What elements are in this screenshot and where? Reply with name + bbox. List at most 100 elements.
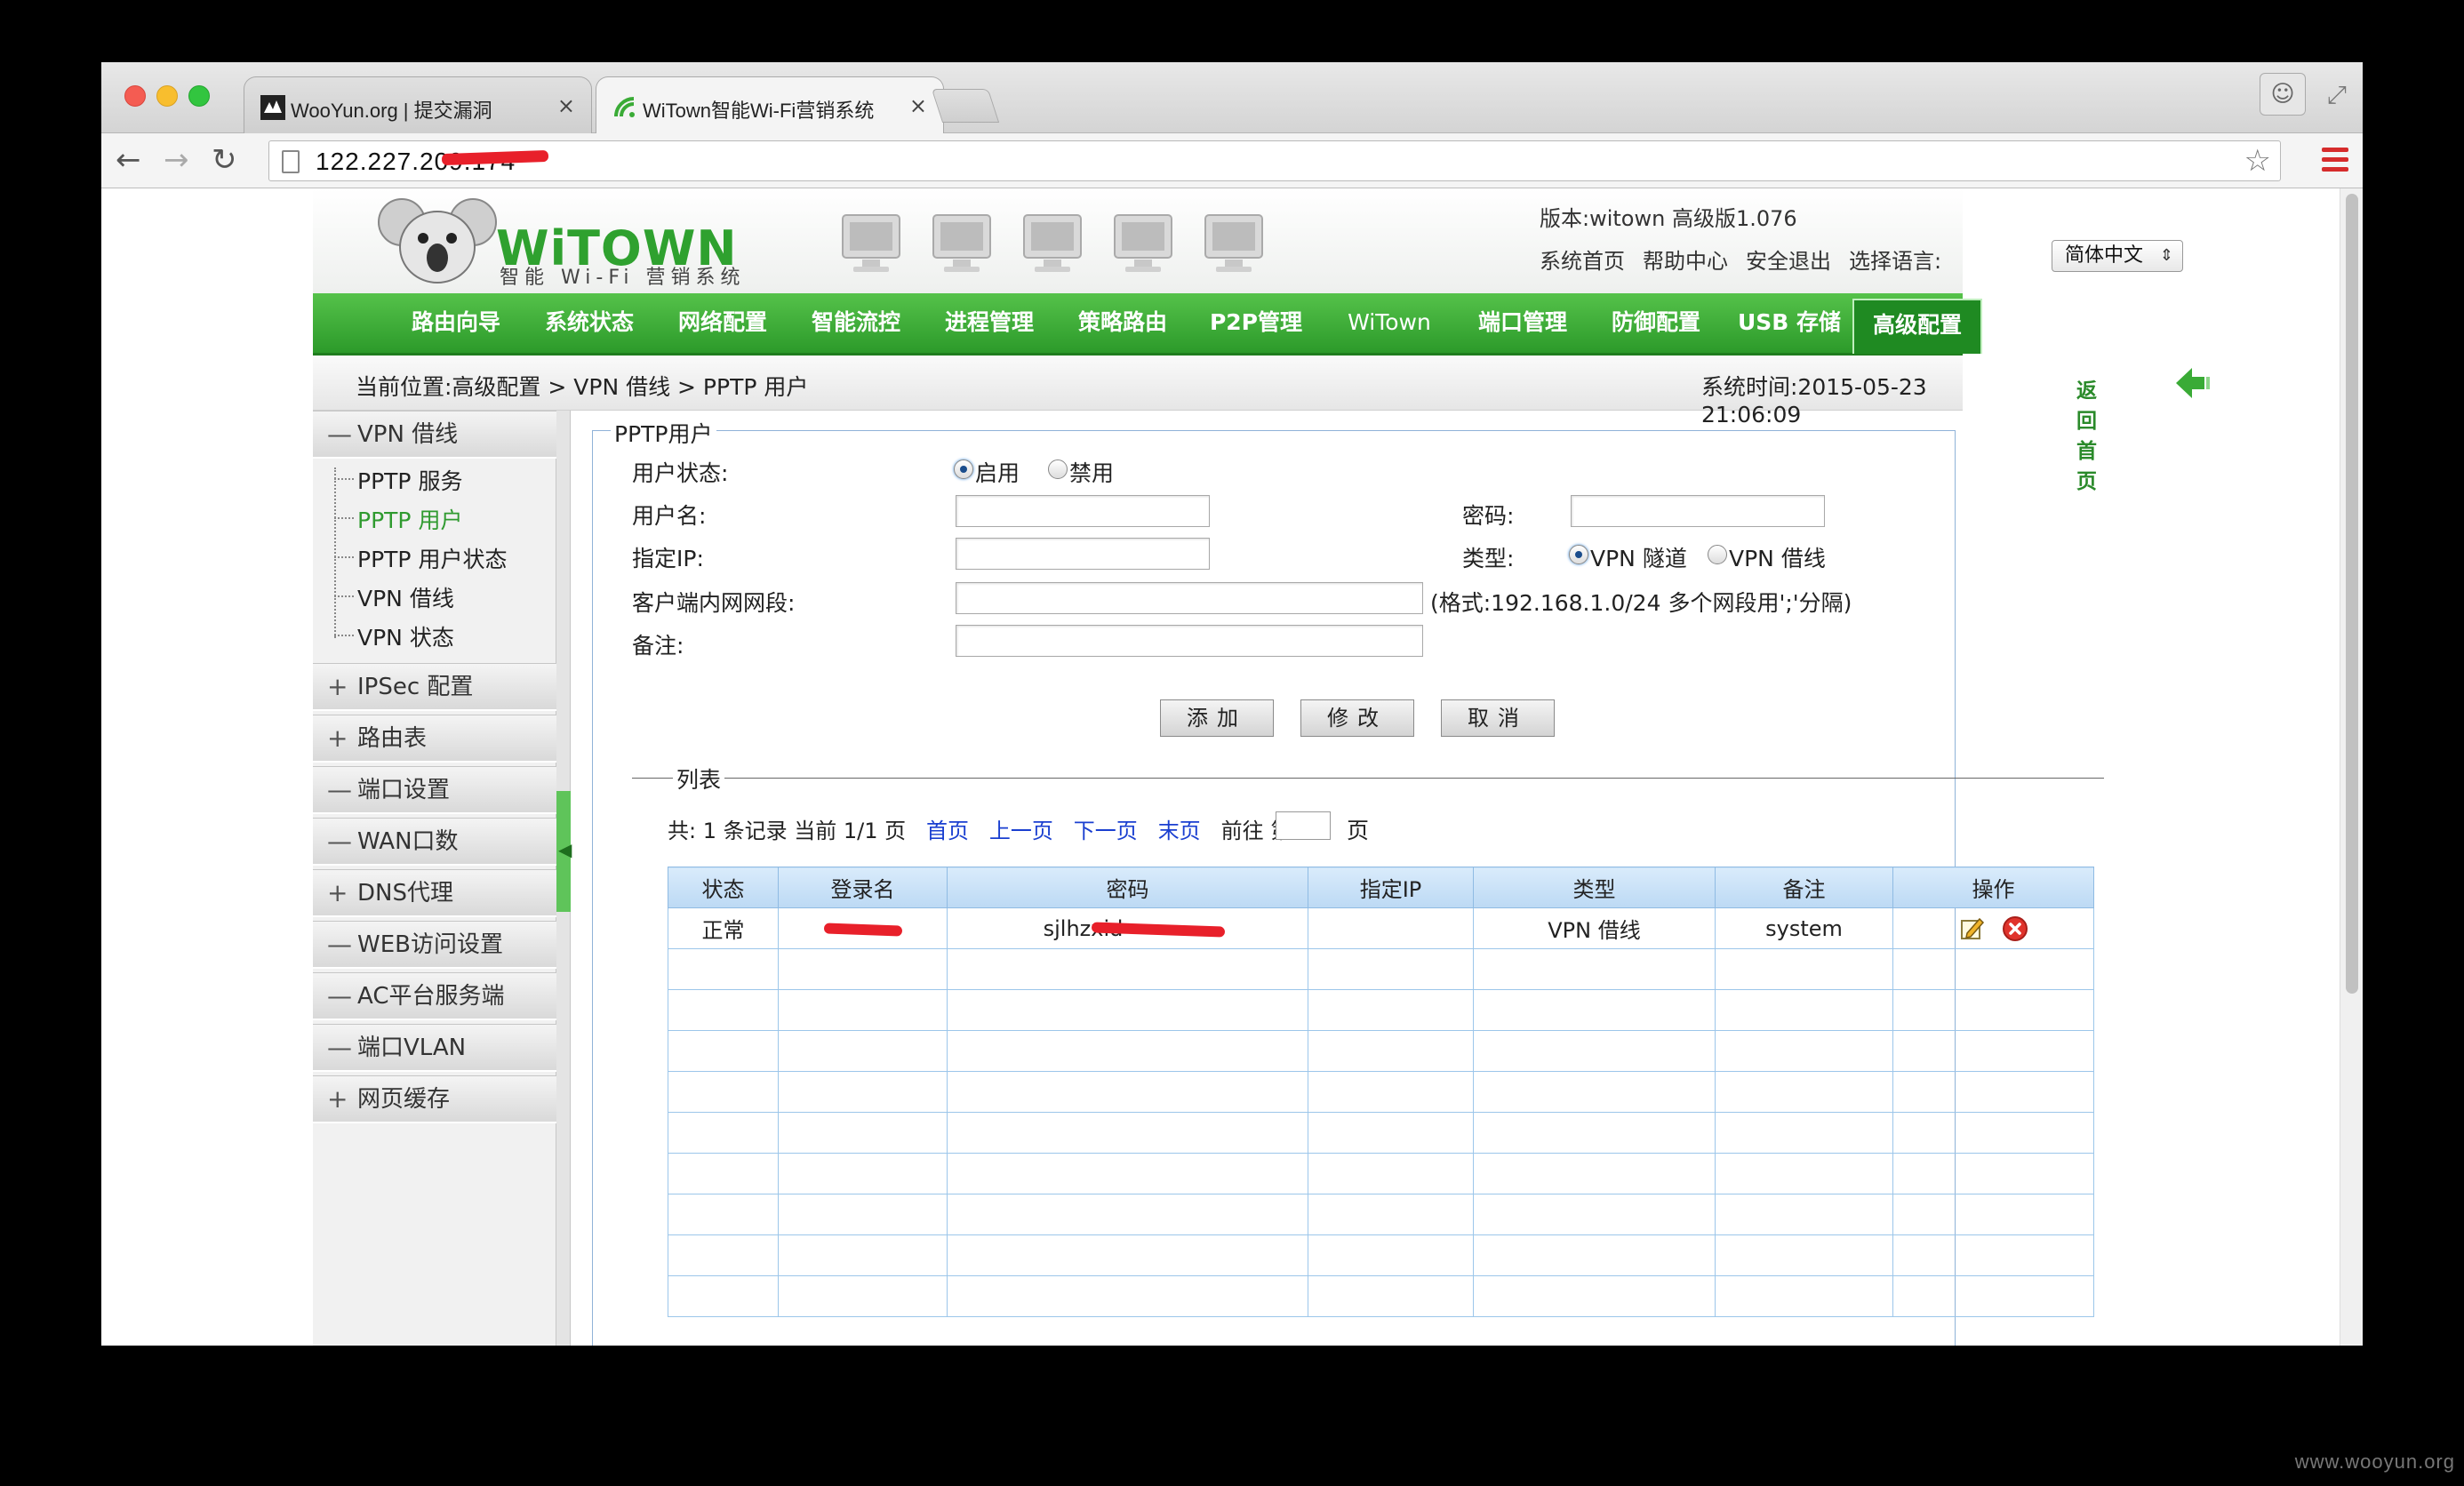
sidebar-item-vpn-status[interactable]: VPN 状态 bbox=[357, 620, 454, 652]
nav-policy-route[interactable]: 策略路由 bbox=[1056, 293, 1189, 352]
triangle-left-icon: ◀ bbox=[558, 839, 572, 860]
link-logout[interactable]: 安全退出 bbox=[1746, 244, 1831, 275]
assigned-ip-input[interactable] bbox=[956, 538, 1210, 570]
tab-wooyun[interactable]: WooYun.org | 提交漏洞 × bbox=[244, 76, 592, 133]
page-number-input[interactable] bbox=[1276, 811, 1331, 840]
status-disable-radio[interactable] bbox=[1048, 459, 1068, 479]
zoom-window-button[interactable] bbox=[188, 85, 210, 107]
sidebar: — VPN 借线 PPTP 服务 PPTP 用户 PPTP 用户状态 VPN 借… bbox=[313, 411, 572, 1346]
fullscreen-icon[interactable]: ⤢ bbox=[2327, 80, 2347, 110]
witown-app: WiTOWN 智能 Wi-Fi 营销系统 版本:witown 高级版1.076 … bbox=[313, 188, 2210, 1346]
return-home-link[interactable]: 返回首页 bbox=[2076, 373, 2097, 494]
type-line-radio[interactable] bbox=[1708, 545, 1727, 564]
cell-remark: system bbox=[1715, 907, 1893, 949]
nav-system-status[interactable]: 系统状态 bbox=[523, 293, 656, 352]
sidebar-group-port-settings[interactable]: — 端口设置 bbox=[313, 766, 556, 814]
nav-p2p-mgmt[interactable]: P2P管理 bbox=[1189, 293, 1323, 352]
sidebar-group-dns-proxy[interactable]: + DNS代理 bbox=[313, 869, 556, 917]
cell-ip bbox=[1308, 907, 1474, 949]
sidebar-item-pptp-service[interactable]: PPTP 服务 bbox=[357, 464, 462, 496]
table-row: 正常 sjlhzxid VPN 借线 system bbox=[668, 907, 2094, 949]
reload-icon[interactable]: ↻ bbox=[212, 144, 237, 176]
nav-route-wizard[interactable]: 路由向导 bbox=[389, 293, 523, 352]
link-system-home[interactable]: 系统首页 bbox=[1540, 244, 1625, 275]
cancel-button[interactable]: 取消 bbox=[1441, 699, 1555, 737]
redaction-mark bbox=[441, 149, 549, 166]
sidebar-toggle[interactable]: ◀ bbox=[556, 791, 572, 912]
nav-witown[interactable]: WiTown bbox=[1323, 293, 1456, 352]
scrollbar-thumb[interactable] bbox=[2346, 194, 2358, 994]
table-row bbox=[668, 1194, 2094, 1235]
version-text: 版本:witown 高级版1.076 bbox=[1540, 206, 1797, 231]
table-row bbox=[668, 1153, 2094, 1194]
edit-icon[interactable] bbox=[1958, 915, 1985, 942]
nav-network-config[interactable]: 网络配置 bbox=[656, 293, 789, 352]
table-row bbox=[668, 989, 2094, 1031]
expand-icon: + bbox=[327, 1084, 348, 1114]
tab-witown[interactable]: WiTown智能Wi-Fi营销系统 × bbox=[596, 76, 944, 133]
nav-usb-storage[interactable]: USB 存储 bbox=[1723, 293, 1856, 352]
sidebar-item-pptp-user[interactable]: PPTP 用户 bbox=[357, 503, 462, 535]
monitor-icon bbox=[1023, 214, 1082, 272]
table-row bbox=[668, 948, 2094, 990]
sidebar-group-vpn[interactable]: — VPN 借线 bbox=[313, 411, 556, 459]
expand-icon: + bbox=[327, 878, 348, 907]
modify-button[interactable]: 修改 bbox=[1300, 699, 1414, 737]
tab-label: WiTown智能Wi-Fi营销系统 bbox=[643, 100, 875, 122]
nav-advanced-config[interactable]: 高级配置 bbox=[1852, 299, 1982, 354]
vertical-scrollbar[interactable] bbox=[2340, 188, 2363, 1346]
expand-icon: + bbox=[327, 723, 348, 753]
menu-icon[interactable] bbox=[2322, 148, 2348, 174]
tab-label: WooYun.org | 提交漏洞 bbox=[291, 100, 492, 122]
sidebar-group-ac-server[interactable]: — AC平台服务端 bbox=[313, 972, 556, 1020]
nav-traffic-control[interactable]: 智能流控 bbox=[789, 293, 923, 352]
tab-close-icon[interactable]: × bbox=[909, 93, 927, 118]
last-page-link[interactable]: 末页 bbox=[1158, 819, 1201, 843]
star-icon[interactable]: ☆ bbox=[2244, 143, 2271, 179]
cell-password: sjlhzxid bbox=[947, 907, 1308, 949]
sidebar-group-route-table[interactable]: + 路由表 bbox=[313, 715, 556, 763]
content-area: PPTP用户 用户状态: 启用 禁用 用户名: 密码: 指定IP: 类型: VP… bbox=[588, 411, 2104, 1346]
remark-input[interactable] bbox=[956, 625, 1423, 657]
status-enable-radio[interactable] bbox=[954, 459, 973, 479]
sidebar-item-vpn-line[interactable]: VPN 借线 bbox=[357, 581, 454, 613]
list-legend: 列表 bbox=[673, 763, 725, 795]
sidebar-group-wan-count[interactable]: — WAN口数 bbox=[313, 818, 556, 866]
username-input[interactable] bbox=[956, 495, 1210, 527]
address-bar[interactable]: 122.227.209.174 ☆ bbox=[268, 140, 2281, 181]
nav-port-mgmt[interactable]: 端口管理 bbox=[1456, 293, 1589, 352]
arrow-left-icon[interactable] bbox=[2174, 366, 2212, 400]
nav-process-mgmt[interactable]: 进程管理 bbox=[923, 293, 1056, 352]
collapse-icon: — bbox=[327, 930, 352, 959]
remark-label: 备注: bbox=[632, 633, 684, 659]
link-help-center[interactable]: 帮助中心 bbox=[1643, 244, 1728, 275]
nav-system-maintenance[interactable]: 系统维护 bbox=[1984, 293, 2117, 352]
forward-icon[interactable]: → bbox=[164, 144, 189, 176]
tab-close-icon[interactable]: × bbox=[557, 93, 575, 118]
next-page-link[interactable]: 下一页 bbox=[1074, 819, 1138, 843]
type-tunnel-radio[interactable] bbox=[1569, 545, 1588, 564]
first-page-link[interactable]: 首页 bbox=[926, 819, 969, 843]
sidebar-item-pptp-user-status[interactable]: PPTP 用户状态 bbox=[357, 542, 507, 574]
client-subnet-input[interactable] bbox=[956, 582, 1423, 614]
delete-icon[interactable] bbox=[2002, 915, 2028, 942]
close-window-button[interactable] bbox=[124, 85, 146, 107]
new-tab-button[interactable] bbox=[931, 89, 1000, 123]
sidebar-group-web-access[interactable]: — WEB访问设置 bbox=[313, 921, 556, 969]
sidebar-group-port-vlan[interactable]: — 端口VLAN bbox=[313, 1024, 556, 1072]
pptp-user-fieldset: PPTP用户 用户状态: 启用 禁用 用户名: 密码: 指定IP: 类型: VP… bbox=[592, 417, 2104, 1346]
prev-page-link[interactable]: 上一页 bbox=[989, 819, 1053, 843]
add-button[interactable]: 添加 bbox=[1160, 699, 1274, 737]
assigned-ip-label: 指定IP: bbox=[632, 546, 704, 571]
language-select[interactable]: 简体中文 ⇕ bbox=[2052, 240, 2183, 272]
tree-tick bbox=[334, 556, 354, 558]
sidebar-group-ipsec[interactable]: + IPSec 配置 bbox=[313, 663, 556, 711]
nav-defense-config[interactable]: 防御配置 bbox=[1589, 293, 1723, 352]
sidebar-group-label: 端口VLAN bbox=[357, 1035, 467, 1061]
cell-actions bbox=[1892, 907, 2094, 949]
back-icon[interactable]: ← bbox=[116, 144, 141, 176]
profile-icon[interactable]: ☺ bbox=[2260, 73, 2306, 116]
minimize-window-button[interactable] bbox=[156, 85, 178, 107]
sidebar-group-web-cache[interactable]: + 网页缓存 bbox=[313, 1075, 556, 1123]
password-input[interactable] bbox=[1571, 495, 1825, 527]
